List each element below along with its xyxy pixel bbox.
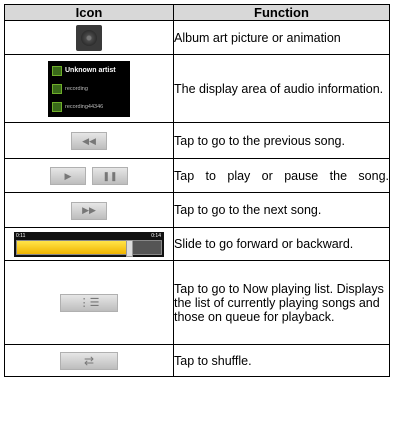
play-pause-buttons: ▶ ❚❚ [50, 167, 128, 186]
table-row: ⋮☰ Tap to go to Now playing list. Displa… [4, 260, 390, 345]
icon-cell: Unknown artist recording recording44346 [4, 54, 174, 123]
track-icon [52, 101, 62, 112]
icon-function-table: Icon Function Album art picture or anima… [4, 4, 390, 377]
now-playing-list-icon: ⋮☰ [78, 297, 100, 310]
album-text: recording [65, 85, 88, 92]
disc-icon [81, 29, 97, 46]
seek-fill [17, 240, 130, 254]
function-text: Tap to go to Now playing list. Displays … [173, 260, 390, 345]
function-text: Tap to play or pause the song. [173, 158, 390, 193]
total-time: 0:14 [151, 232, 161, 239]
table-row: ◀◀ Tap to go to the previous song. [4, 122, 390, 159]
artist-text: Unknown artist [65, 67, 116, 74]
previous-icon: ◀◀ [82, 135, 96, 146]
function-text: Album art picture or animation [173, 20, 390, 55]
icon-cell: ⇄ [4, 344, 174, 377]
pause-icon: ❚❚ [102, 170, 118, 181]
function-text: Tap to shuffle. [173, 344, 390, 377]
table-row: ▶▶ Tap to go to the next song. [4, 192, 390, 228]
next-button[interactable]: ▶▶ [71, 201, 107, 220]
shuffle-icon: ⇄ [83, 353, 95, 368]
previous-button[interactable]: ◀◀ [71, 132, 107, 151]
seek-thumb[interactable] [126, 239, 134, 257]
icon-cell: ▶▶ [4, 192, 174, 228]
function-column-header: Function [173, 4, 390, 21]
album-icon [52, 83, 62, 94]
audio-info-panel: Unknown artist recording recording44346 [48, 60, 130, 117]
next-icon: ▶▶ [82, 205, 96, 216]
elapsed-time: 0:11 [16, 232, 26, 239]
pause-button[interactable]: ❚❚ [92, 167, 128, 186]
table-row: 0:11 0:14 Slide to go forward or backwar… [4, 227, 390, 261]
table-row: Unknown artist recording recording44346 … [4, 54, 390, 123]
artist-icon [52, 65, 62, 76]
now-playing-list-button[interactable]: ⋮☰ [60, 293, 118, 312]
function-text: The display area of audio information. [173, 54, 390, 123]
seek-bar[interactable]: 0:11 0:14 [14, 231, 164, 257]
icon-cell: ◀◀ [4, 122, 174, 159]
table-row: ▶ ❚❚ Tap to play or pause the song. [4, 158, 390, 193]
album-art-icon [76, 24, 102, 51]
icon-column-header: Icon [4, 4, 174, 21]
icon-cell: ▶ ❚❚ [4, 158, 174, 193]
table-header-row: Icon Function [4, 4, 390, 21]
icon-cell: ⋮☰ [4, 260, 174, 345]
table-row: ⇄ Tap to shuffle. [4, 344, 390, 377]
play-button[interactable]: ▶ [50, 167, 86, 186]
function-text: Tap to go to the previous song. [173, 122, 390, 159]
table-row: Album art picture or animation [4, 20, 390, 55]
track-text: recording44346 [65, 103, 104, 110]
function-text: Tap to go to the next song. [173, 192, 390, 228]
play-icon: ▶ [64, 170, 72, 181]
icon-cell: 0:11 0:14 [4, 227, 174, 261]
seek-track[interactable] [16, 239, 162, 257]
function-text: Slide to go forward or backward. [173, 227, 390, 261]
icon-cell [4, 20, 174, 55]
shuffle-button[interactable]: ⇄ [60, 351, 118, 370]
